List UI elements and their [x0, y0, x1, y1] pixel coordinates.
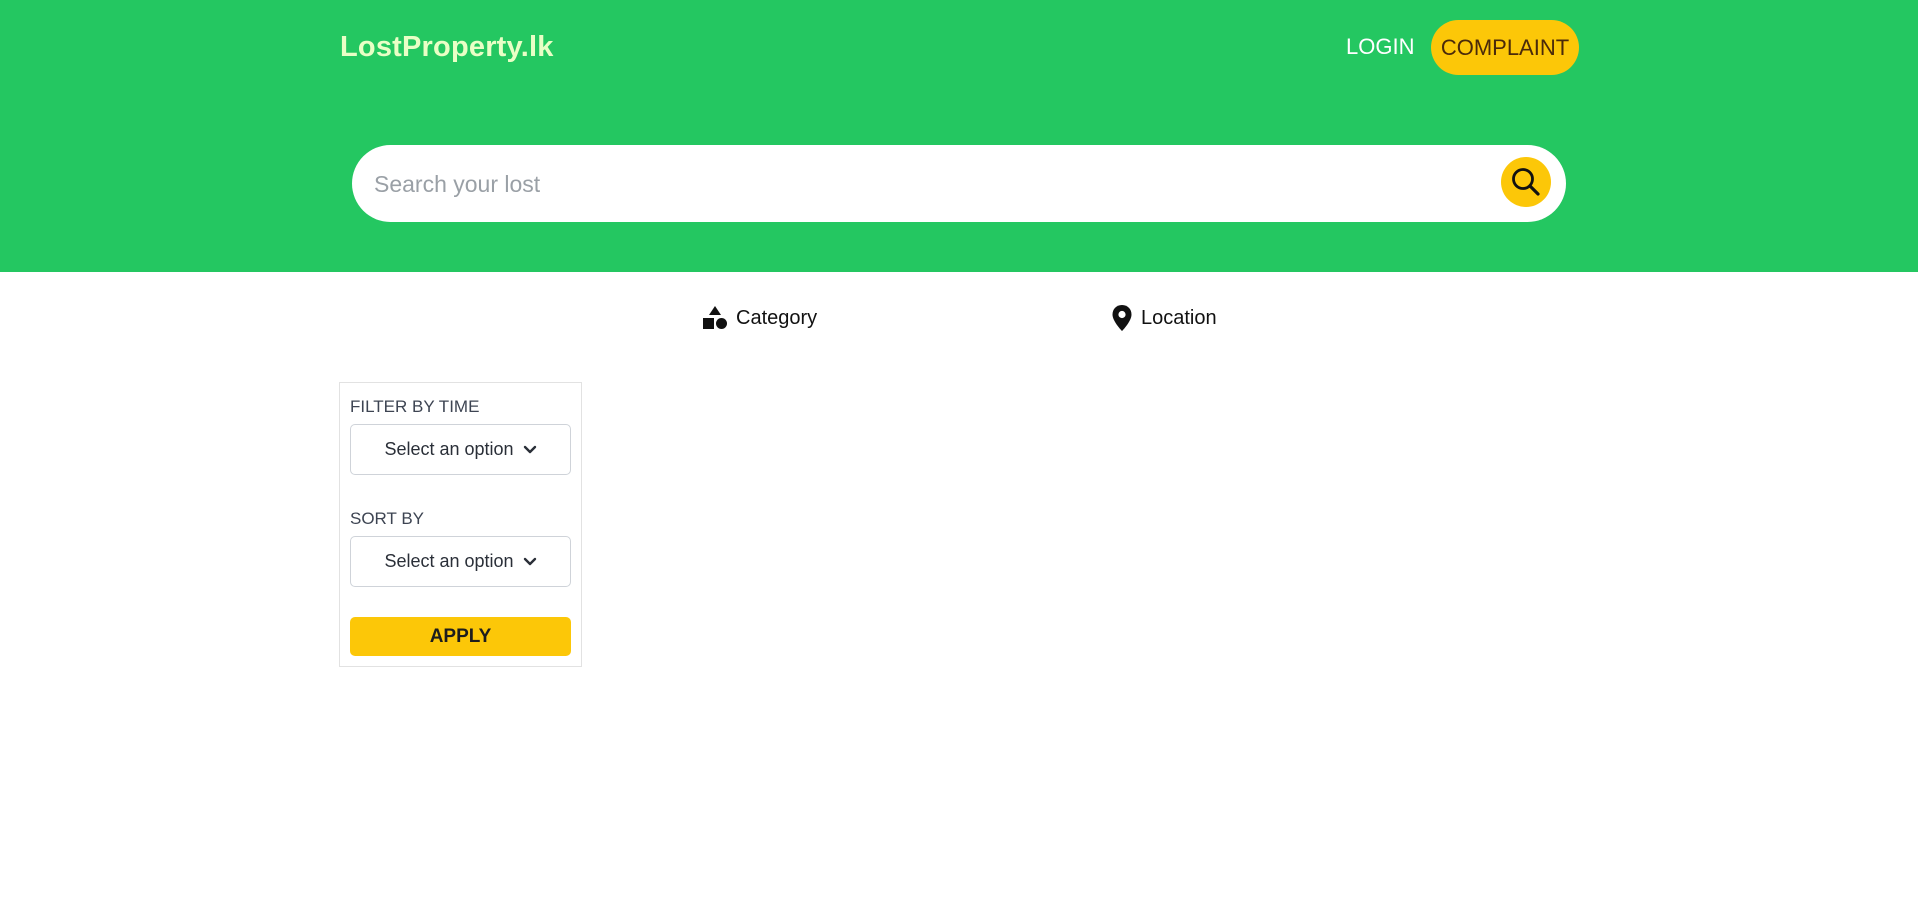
site-logo[interactable]: LostProperty.lk: [340, 31, 554, 64]
map-pin-icon: [1111, 304, 1133, 332]
shapes-icon: [702, 305, 728, 331]
apply-button[interactable]: APPLY: [350, 617, 571, 656]
complaint-button[interactable]: COMPLAINT: [1431, 20, 1579, 75]
hero-header: LostProperty.lk LOGIN COMPLAINT: [0, 0, 1918, 272]
tab-location[interactable]: Location: [1111, 302, 1217, 334]
search-bar: [352, 145, 1566, 224]
sort-by-value: Select an option: [384, 551, 514, 571]
login-link[interactable]: LOGIN: [1346, 34, 1414, 60]
search-icon: [1512, 168, 1540, 196]
sort-by-label: SORT BY: [350, 509, 425, 528]
filter-time-select[interactable]: Select an option: [350, 424, 571, 475]
search-input[interactable]: [372, 145, 1496, 224]
search-button[interactable]: [1501, 157, 1551, 207]
filter-time-label: FILTER BY TIME: [350, 397, 480, 416]
filter-panel: FILTER BY TIME Select an option SORT BY …: [339, 382, 582, 667]
filter-time-value: Select an option: [384, 439, 514, 459]
chevron-down-icon: [523, 557, 537, 567]
tab-category-label: Category: [736, 306, 818, 329]
sort-by-select[interactable]: Select an option: [350, 536, 571, 587]
chevron-down-icon: [523, 445, 537, 455]
tab-category[interactable]: Category: [702, 302, 817, 334]
tab-location-label: Location: [1141, 306, 1217, 329]
